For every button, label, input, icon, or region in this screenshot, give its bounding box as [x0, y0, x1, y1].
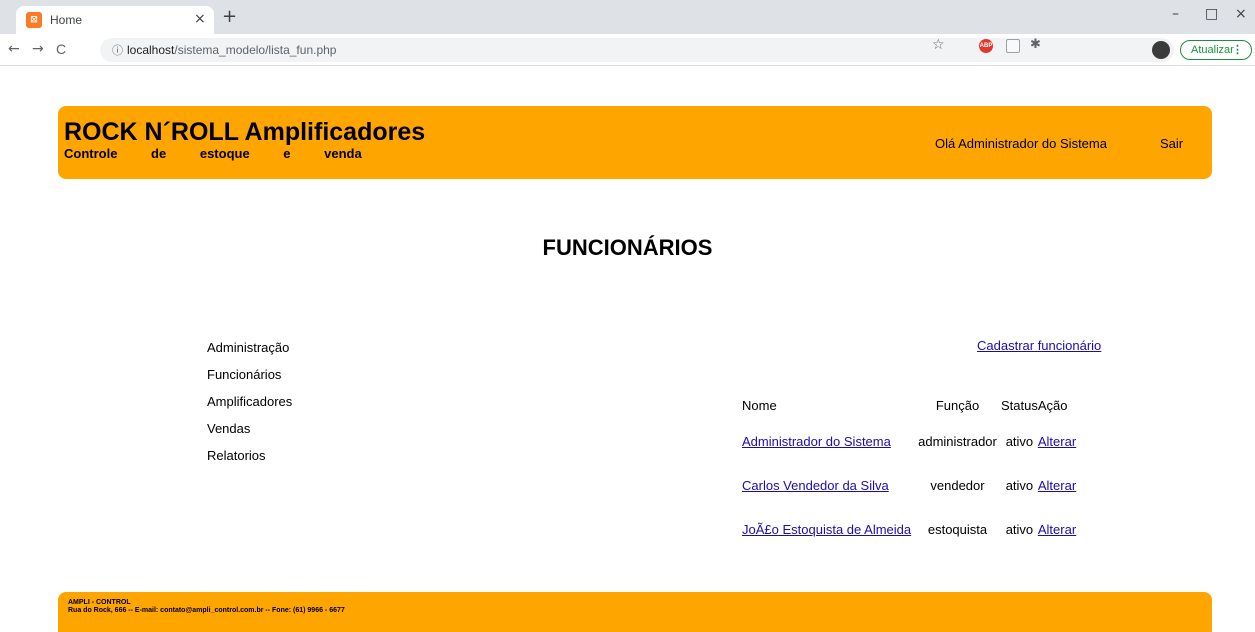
adblock-extension-icon[interactable]: ABP: [979, 39, 993, 53]
register-employee-link[interactable]: Cadastrar funcionário: [977, 338, 1101, 353]
forward-icon[interactable]: →: [32, 41, 44, 57]
site-title: ROCK N´ROLL Amplificadores: [64, 118, 426, 146]
maximize-button[interactable]: □: [1205, 6, 1218, 22]
table-row: JoÃ£o Estoquista de Almeida estoquista a…: [742, 507, 1080, 551]
menu-item-administracao[interactable]: Administração: [207, 340, 292, 367]
employee-status: ativo: [1005, 433, 1034, 449]
update-button[interactable]: Atualizar ⋮: [1180, 40, 1252, 60]
site-subtitle: Controle de estoque e venda: [64, 146, 362, 161]
employee-status: ativo: [1005, 477, 1034, 493]
logout-link[interactable]: Sair: [1160, 136, 1183, 151]
page-title: FUNCIONÁRIOS: [542, 235, 713, 260]
extensions-puzzle-icon[interactable]: ✱: [1030, 37, 1041, 52]
browser-tab-bar: ⊠ Home × + – □ ×: [0, 0, 1255, 34]
url-text: localhost/sistema_modelo/lista_fun.php: [127, 43, 336, 57]
menu-item-relatorios[interactable]: Relatorios: [207, 448, 292, 475]
menu-dots-icon: ⋮: [1232, 44, 1243, 56]
tab-close-icon[interactable]: ×: [194, 11, 206, 27]
profile-avatar[interactable]: [1152, 41, 1170, 59]
tab-title: Home: [50, 13, 83, 27]
employee-name-link[interactable]: Carlos Vendedor da Silva: [742, 478, 889, 493]
new-tab-button[interactable]: +: [222, 6, 237, 27]
employee-status: ativo: [1005, 521, 1034, 537]
minimize-button[interactable]: –: [1172, 6, 1179, 22]
user-greeting: Olá Administrador do Sistema: [935, 136, 1107, 151]
extension-icon[interactable]: [1006, 39, 1020, 53]
employee-function: estoquista: [927, 521, 988, 537]
url-path: /sistema_modelo/lista_fun.php: [174, 43, 337, 57]
edit-employee-link[interactable]: Alterar: [1038, 522, 1076, 537]
employee-name-link[interactable]: Administrador do Sistema: [742, 434, 891, 449]
xampp-favicon-icon: ⊠: [26, 12, 42, 28]
url-host: localhost: [127, 43, 175, 57]
site-footer: AMPLI - CONTROL Rua do Rock, 666 -- E-ma…: [58, 592, 1212, 632]
menu-item-vendas[interactable]: Vendas: [207, 421, 292, 448]
employee-function: vendedor: [930, 477, 985, 493]
table-row: Administrador do Sistema administrador a…: [742, 419, 1080, 463]
header-function: Função: [935, 398, 980, 413]
table-row: Carlos Vendedor da Silva vendedor ativo …: [742, 463, 1080, 507]
browser-tab[interactable]: ⊠ Home ×: [16, 6, 214, 34]
side-menu: Administração Funcionários Amplificadore…: [207, 340, 292, 475]
employee-name-link[interactable]: JoÃ£o Estoquista de Almeida: [742, 522, 911, 537]
header-action: Ação: [1037, 398, 1068, 413]
employee-function: administrador: [918, 433, 997, 449]
menu-item-amplificadores[interactable]: Amplificadores: [207, 394, 292, 421]
menu-item-funcionarios[interactable]: Funcionários: [207, 367, 292, 394]
site-header: ROCK N´ROLL Amplificadores Controle de e…: [58, 106, 1212, 179]
info-icon[interactable]: ⓘ: [112, 42, 123, 58]
close-window-button[interactable]: ×: [1235, 6, 1247, 22]
reload-icon[interactable]: C: [56, 41, 66, 57]
bookmark-star-icon[interactable]: ☆: [932, 37, 945, 53]
header-name: Nome: [742, 398, 777, 413]
edit-employee-link[interactable]: Alterar: [1038, 478, 1076, 493]
back-icon[interactable]: ←: [8, 41, 20, 57]
table-header-row: Nome Função Status Ação: [742, 392, 1080, 419]
employee-table: Nome Função Status Ação Administrador do…: [742, 392, 1080, 551]
footer-brand: AMPLI - CONTROL: [68, 599, 131, 606]
browser-toolbar: ← → C ⓘ localhost/sistema_modelo/lista_f…: [0, 34, 1255, 66]
update-button-label: Atualizar: [1191, 44, 1234, 56]
header-status: Status: [1001, 398, 1038, 413]
footer-contact-info: Rua do Rock, 666 -- E-mail: contato@ampl…: [68, 607, 345, 614]
edit-employee-link[interactable]: Alterar: [1038, 434, 1076, 449]
